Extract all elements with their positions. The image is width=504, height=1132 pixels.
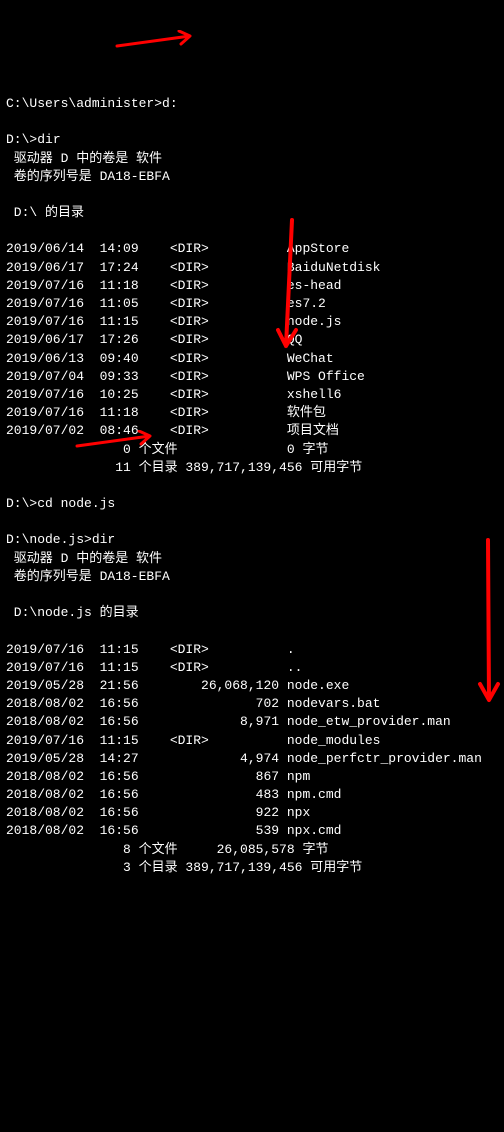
dir-row: 2019/07/02 08:46 <DIR> 项目文档: [6, 423, 339, 438]
dir-row: 2018/08/02 16:56 702 nodevars.bat: [6, 696, 380, 711]
dir-header: D:\ 的目录: [6, 205, 84, 220]
prompt-text: C:\Users\administer>: [6, 96, 162, 111]
summary-dirs: 3 个目录 389,717,139,456 可用字节: [6, 860, 362, 875]
dir-row: 2019/05/28 21:56 26,068,120 node.exe: [6, 678, 349, 693]
summary-files: 0 个文件 0 字节: [6, 442, 328, 457]
dir-row: 2018/08/02 16:56 483 npm.cmd: [6, 787, 341, 802]
prompt-text: D:\>: [6, 132, 37, 147]
summary-files: 8 个文件 26,085,578 字节: [6, 842, 328, 857]
dir-row: 2019/07/16 11:15 <DIR> node.js: [6, 314, 341, 329]
dir-row: 2018/08/02 16:56 8,971 node_etw_provider…: [6, 714, 451, 729]
command-text: cd node.js: [37, 496, 115, 511]
dir-row: 2018/08/02 16:56 922 npx: [6, 805, 310, 820]
dir-row: 2019/07/16 11:18 <DIR> 软件包: [6, 405, 326, 420]
dir-row: 2018/08/02 16:56 867 npm: [6, 769, 310, 784]
dir-row: 2019/06/17 17:24 <DIR> BaiduNetdisk: [6, 260, 380, 275]
dir-row: 2019/07/16 11:05 <DIR> es7.2: [6, 296, 326, 311]
dir-row: 2019/07/16 11:15 <DIR> node_modules: [6, 733, 380, 748]
annotation-arrow-right-icon: [115, 12, 205, 70]
dir-row: 2019/07/16 11:15 <DIR> .: [6, 642, 295, 657]
dir-row: 2019/07/16 11:15 <DIR> ..: [6, 660, 302, 675]
terminal-output: C:\Users\administer>d: D:\>dir 驱动器 D 中的卷…: [6, 77, 498, 877]
command-text: dir: [92, 532, 115, 547]
dir-header: D:\node.js 的目录: [6, 605, 139, 620]
prompt-text: D:\node.js>: [6, 532, 92, 547]
dir-row: 2019/07/16 11:18 <DIR> es-head: [6, 278, 341, 293]
volume-info: 驱动器 D 中的卷是 软件: [6, 551, 162, 566]
serial-info: 卷的序列号是 DA18-EBFA: [6, 569, 170, 584]
command-text: d:: [162, 96, 178, 111]
summary-dirs: 11 个目录 389,717,139,456 可用字节: [6, 460, 362, 475]
dir-row: 2019/05/28 14:27 4,974 node_perfctr_prov…: [6, 751, 482, 766]
volume-info: 驱动器 D 中的卷是 软件: [6, 151, 162, 166]
command-text: dir: [37, 132, 60, 147]
dir-row: 2018/08/02 16:56 539 npx.cmd: [6, 823, 341, 838]
dir-row: 2019/07/16 10:25 <DIR> xshell6: [6, 387, 341, 402]
dir-row: 2019/07/04 09:33 <DIR> WPS Office: [6, 369, 365, 384]
prompt-text: D:\>: [6, 496, 37, 511]
serial-info: 卷的序列号是 DA18-EBFA: [6, 169, 170, 184]
dir-row: 2019/06/13 09:40 <DIR> WeChat: [6, 351, 334, 366]
dir-row: 2019/06/14 14:09 <DIR> AppStore: [6, 241, 349, 256]
dir-row: 2019/06/17 17:26 <DIR> QQ: [6, 332, 302, 347]
